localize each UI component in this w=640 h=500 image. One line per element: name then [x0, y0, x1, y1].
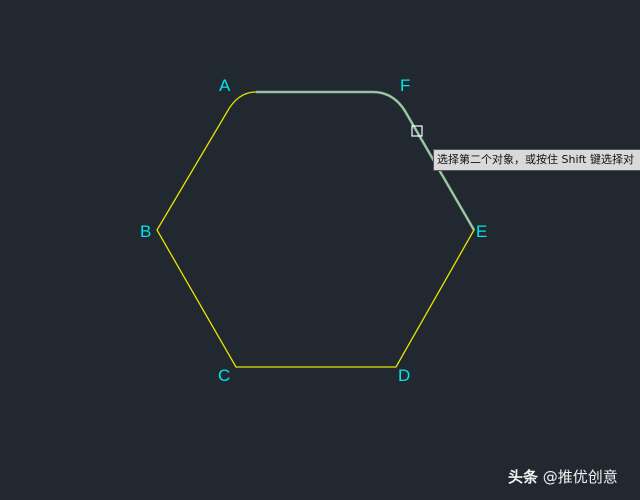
- drawing-canvas[interactable]: A F B E C D: [0, 0, 640, 500]
- vertex-label-e: E: [476, 222, 487, 241]
- vertex-label-d: D: [398, 366, 410, 385]
- vertex-label-b: B: [140, 222, 151, 241]
- vertex-label-f: F: [400, 76, 410, 95]
- watermark: 头条 @推优创意: [508, 466, 618, 487]
- command-prompt-tooltip: 选择第二个对象，或按住 Shift 键选择对: [433, 149, 640, 171]
- hexagon-polyline[interactable]: [156, 91, 475, 368]
- watermark-brand: 头条: [508, 468, 539, 486]
- vertex-label-c: C: [218, 366, 230, 385]
- tooltip-text: 选择第二个对象，或按住 Shift 键选择对: [437, 153, 634, 166]
- watermark-handle: @推优创意: [542, 468, 618, 486]
- vertex-label-a: A: [219, 76, 231, 95]
